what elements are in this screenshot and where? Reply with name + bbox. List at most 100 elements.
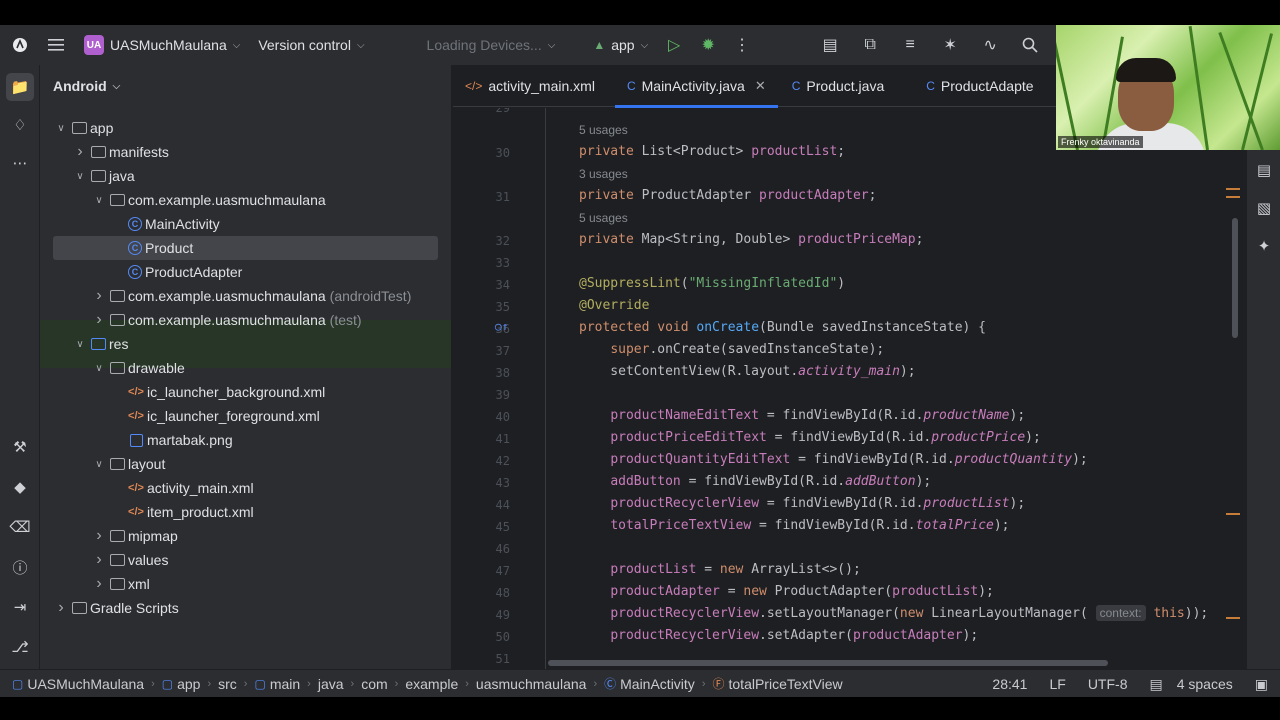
gem-icon[interactable]: ◆: [6, 473, 34, 501]
main-menu-icon[interactable]: [42, 31, 70, 59]
tree-item[interactable]: </> activity_main.xml: [110, 476, 254, 500]
chevron-right-icon[interactable]: ›: [91, 287, 107, 305]
search-icon[interactable]: [1016, 31, 1044, 59]
lock-icon[interactable]: ▣: [1255, 676, 1268, 693]
tree-item[interactable]: ∨ java: [72, 164, 134, 188]
chevron-down-icon[interactable]: ∨: [72, 339, 88, 350]
chevron-down-icon[interactable]: ∨: [72, 171, 88, 182]
tree-item[interactable]: › manifests: [72, 140, 169, 164]
warning-marker[interactable]: [1226, 188, 1240, 190]
breadcrumb-item[interactable]: uasmuchmaulana: [476, 676, 587, 692]
override-gutter-icon[interactable]: ◯↑: [495, 320, 508, 333]
code-line: private Map<String, Double> productPrice…: [579, 232, 924, 247]
resource-manager-icon[interactable]: ♢: [6, 111, 34, 139]
tree-item[interactable]: › values: [91, 548, 168, 572]
device-selector[interactable]: Loading Devices... ⌵: [421, 30, 562, 60]
close-icon[interactable]: ✕: [755, 78, 766, 94]
tree-item[interactable]: › com.example.uasmuchmaulana (test): [91, 308, 361, 332]
chevron-right-icon[interactable]: ›: [91, 311, 107, 329]
breadcrumb-item[interactable]: src: [218, 676, 237, 692]
tree-item[interactable]: ∨ com.example.uasmuchmaulana: [91, 188, 325, 212]
chevron-right-icon[interactable]: ›: [91, 551, 107, 569]
usages-hint[interactable]: 5 usages: [579, 211, 628, 225]
indent-setting[interactable]: 4 spaces: [1177, 676, 1233, 692]
tree-item[interactable]: ∨ drawable: [91, 356, 185, 380]
logcat-icon[interactable]: ⌫: [6, 513, 34, 541]
horizontal-scrollbar[interactable]: [548, 660, 1108, 666]
run-icon[interactable]: ▷: [660, 31, 688, 59]
breadcrumb-item[interactable]: totalPriceTextView: [729, 676, 843, 692]
chevron-down-icon[interactable]: ∨: [91, 195, 107, 206]
project-tool-icon[interactable]: 📁: [6, 73, 34, 101]
device-manager-icon[interactable]: ▤: [816, 31, 844, 59]
chevron-down-icon[interactable]: ∨: [91, 459, 107, 470]
tab-product-java[interactable]: C Product.java: [780, 65, 897, 107]
person-hair: [1116, 58, 1176, 82]
line-separator[interactable]: LF: [1049, 676, 1065, 692]
run-config-selector[interactable]: ▲ app ⌵: [587, 30, 654, 60]
folder-icon: ▢: [254, 676, 266, 691]
profiler-icon[interactable]: ∿: [976, 31, 1004, 59]
breadcrumb-item[interactable]: main: [270, 676, 300, 692]
breadcrumb-item[interactable]: app: [177, 676, 200, 692]
project-view-selector[interactable]: Android ⌵: [40, 65, 451, 107]
chevron-right-icon[interactable]: ›: [91, 575, 107, 593]
breadcrumb-item[interactable]: java: [318, 676, 344, 692]
tree-item[interactable]: martabak.png: [110, 428, 233, 452]
tree-item[interactable]: ∨ res: [72, 332, 128, 356]
chevron-down-icon[interactable]: ∨: [91, 363, 107, 374]
code-line: super.onCreate(savedInstanceState);: [610, 342, 885, 357]
vertical-scrollbar[interactable]: [1232, 218, 1238, 338]
warning-marker[interactable]: [1226, 513, 1240, 515]
tree-item[interactable]: </> ic_launcher_background.xml: [110, 380, 325, 404]
translate-icon[interactable]: ⧉: [856, 31, 884, 59]
debug-icon[interactable]: ✹: [694, 31, 722, 59]
breadcrumb-item[interactable]: example: [405, 676, 458, 692]
tree-item[interactable]: › mipmap: [91, 524, 177, 548]
project-selector[interactable]: UA UASMuchMaulana ⌵: [78, 30, 246, 60]
chevron-down-icon[interactable]: ∨: [53, 123, 69, 134]
breadcrumb-item[interactable]: com: [361, 676, 387, 692]
breadcrumb-item[interactable]: MainActivity: [620, 676, 695, 692]
file-encoding[interactable]: UTF-8: [1088, 676, 1128, 692]
gemini-icon[interactable]: ✦: [1250, 232, 1278, 260]
warning-marker[interactable]: [1226, 617, 1240, 619]
tree-item[interactable]: C Product: [110, 236, 193, 260]
android-studio-logo-icon[interactable]: [6, 31, 34, 59]
problems-icon[interactable]: ⓘ: [6, 553, 34, 581]
tree-item[interactable]: C ProductAdapter: [110, 260, 242, 284]
tree-item[interactable]: › xml: [91, 572, 149, 596]
chevron-right-icon[interactable]: ›: [91, 527, 107, 545]
tree-item[interactable]: C MainActivity: [110, 212, 220, 236]
tree-item[interactable]: </> item_product.xml: [110, 500, 254, 524]
version-control-menu[interactable]: Version control ⌵: [252, 30, 370, 60]
breadcrumb-item[interactable]: UASMuchMaulana: [27, 676, 144, 692]
bug-icon[interactable]: ✶: [936, 31, 964, 59]
more-actions-icon[interactable]: ⋮: [728, 31, 756, 59]
sync-icon[interactable]: ≡: [896, 31, 924, 59]
more-tools-icon[interactable]: ⋯: [6, 149, 34, 177]
code-editor[interactable]: 29 30 31 32 33 34 35 36 37 38 39 40 41 42 43 44 45 46 47 48…: [453, 108, 1253, 669]
tree-item[interactable]: › com.example.uasmuchmaulana (androidTest): [91, 284, 411, 308]
caret-position[interactable]: 28:41: [992, 676, 1027, 692]
notifications-icon[interactable]: ▤: [1250, 156, 1278, 184]
folder-icon: [109, 360, 125, 376]
usages-hint[interactable]: 3 usages: [579, 167, 628, 181]
readonly-toggle-icon[interactable]: ▤: [1149, 676, 1162, 693]
terminal-icon[interactable]: ⇥: [6, 593, 34, 621]
chevron-right-icon[interactable]: ›: [53, 599, 69, 617]
tab-mainactivity-java[interactable]: C MainActivity.java ✕: [614, 65, 778, 108]
usages-hint[interactable]: 5 usages: [579, 123, 628, 137]
tree-item[interactable]: ∨ layout: [91, 452, 165, 476]
build-icon[interactable]: ⚒: [6, 433, 34, 461]
git-icon[interactable]: ⎇: [6, 633, 34, 661]
tree-item[interactable]: </> ic_launcher_foreground.xml: [110, 404, 320, 428]
tab-activity-main-xml[interactable]: </> activity_main.xml: [453, 65, 607, 107]
tab-productadapter-java[interactable]: C ProductAdapte: [914, 65, 1045, 107]
running-devices-icon[interactable]: ▧: [1250, 194, 1278, 222]
tree-item[interactable]: › Gradle Scripts: [53, 596, 178, 620]
warning-marker[interactable]: [1226, 196, 1240, 198]
chevron-right-icon[interactable]: ›: [72, 143, 88, 161]
tree-item[interactable]: ∨ app: [53, 116, 113, 140]
project-name: UASMuchMaulana: [110, 37, 227, 53]
